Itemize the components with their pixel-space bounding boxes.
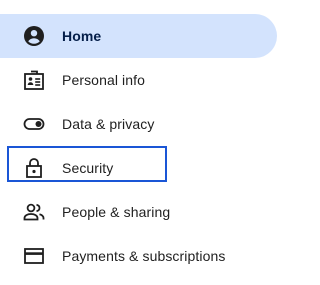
credit-card-icon: [22, 244, 46, 268]
lock-icon: [22, 156, 46, 180]
sidebar-item-label: Home: [62, 28, 102, 44]
sidebar-item-personal-info[interactable]: Personal info: [0, 58, 283, 102]
people-icon: [22, 200, 46, 224]
sidebar-nav: Home Personal info Data & privacy Securi…: [0, 14, 283, 278]
sidebar-item-data-privacy[interactable]: Data & privacy: [0, 102, 283, 146]
sidebar-item-payments-subscriptions[interactable]: Payments & subscriptions: [0, 234, 283, 278]
sidebar-item-label: People & sharing: [62, 204, 171, 220]
sidebar-item-label: Personal info: [62, 72, 146, 88]
sidebar-item-label: Data & privacy: [62, 116, 155, 132]
sidebar-item-security[interactable]: Security: [0, 146, 283, 190]
sidebar-item-people-sharing[interactable]: People & sharing: [0, 190, 283, 234]
account-circle-icon: [22, 24, 46, 48]
sidebar-item-home[interactable]: Home: [0, 14, 277, 58]
toggle-icon: [22, 112, 46, 136]
id-card-icon: [22, 68, 46, 92]
sidebar-item-label: Payments & subscriptions: [62, 248, 226, 264]
sidebar-item-label: Security: [62, 160, 114, 176]
